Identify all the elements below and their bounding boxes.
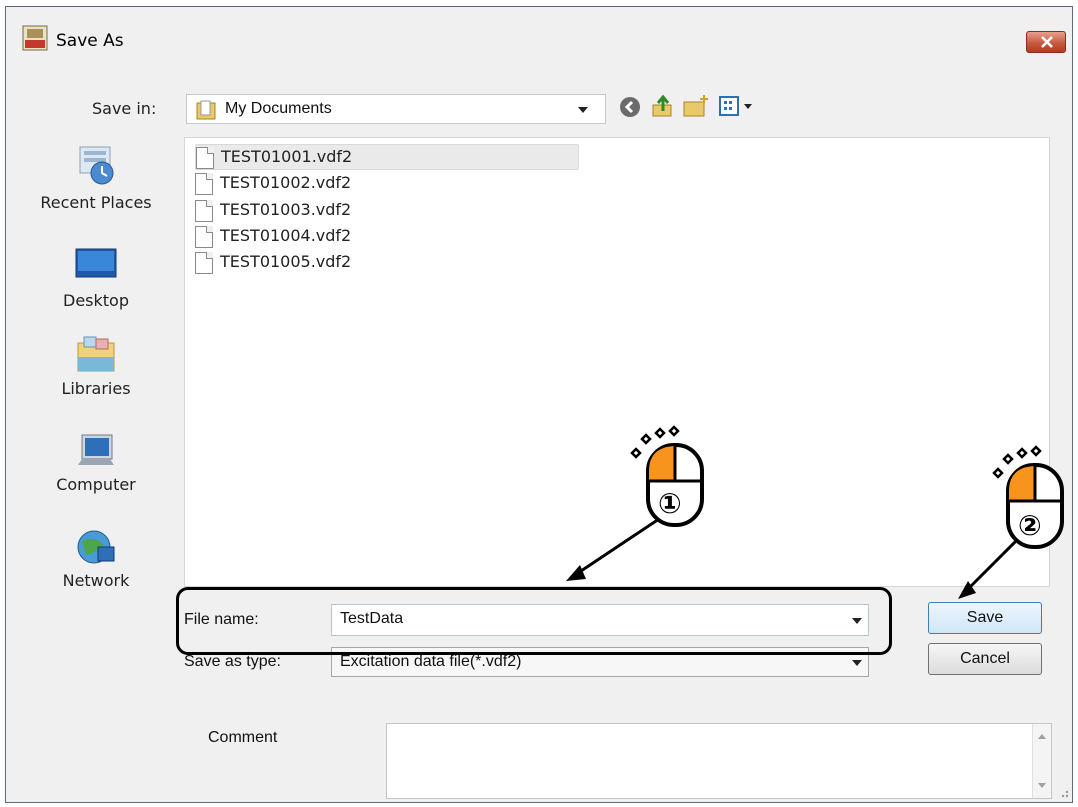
mouse-click-annotation-1: ① [622,421,712,531]
step-number-1: ① [658,487,682,520]
save-as-dialog: Save As Save in: My Documents Recent Pla… [5,6,1073,803]
mouse-click-annotation-2: ② [986,441,1072,553]
annotation-arrows [566,515,1024,599]
step-number-2: ② [1018,509,1042,542]
arrowhead-1 [566,565,586,581]
